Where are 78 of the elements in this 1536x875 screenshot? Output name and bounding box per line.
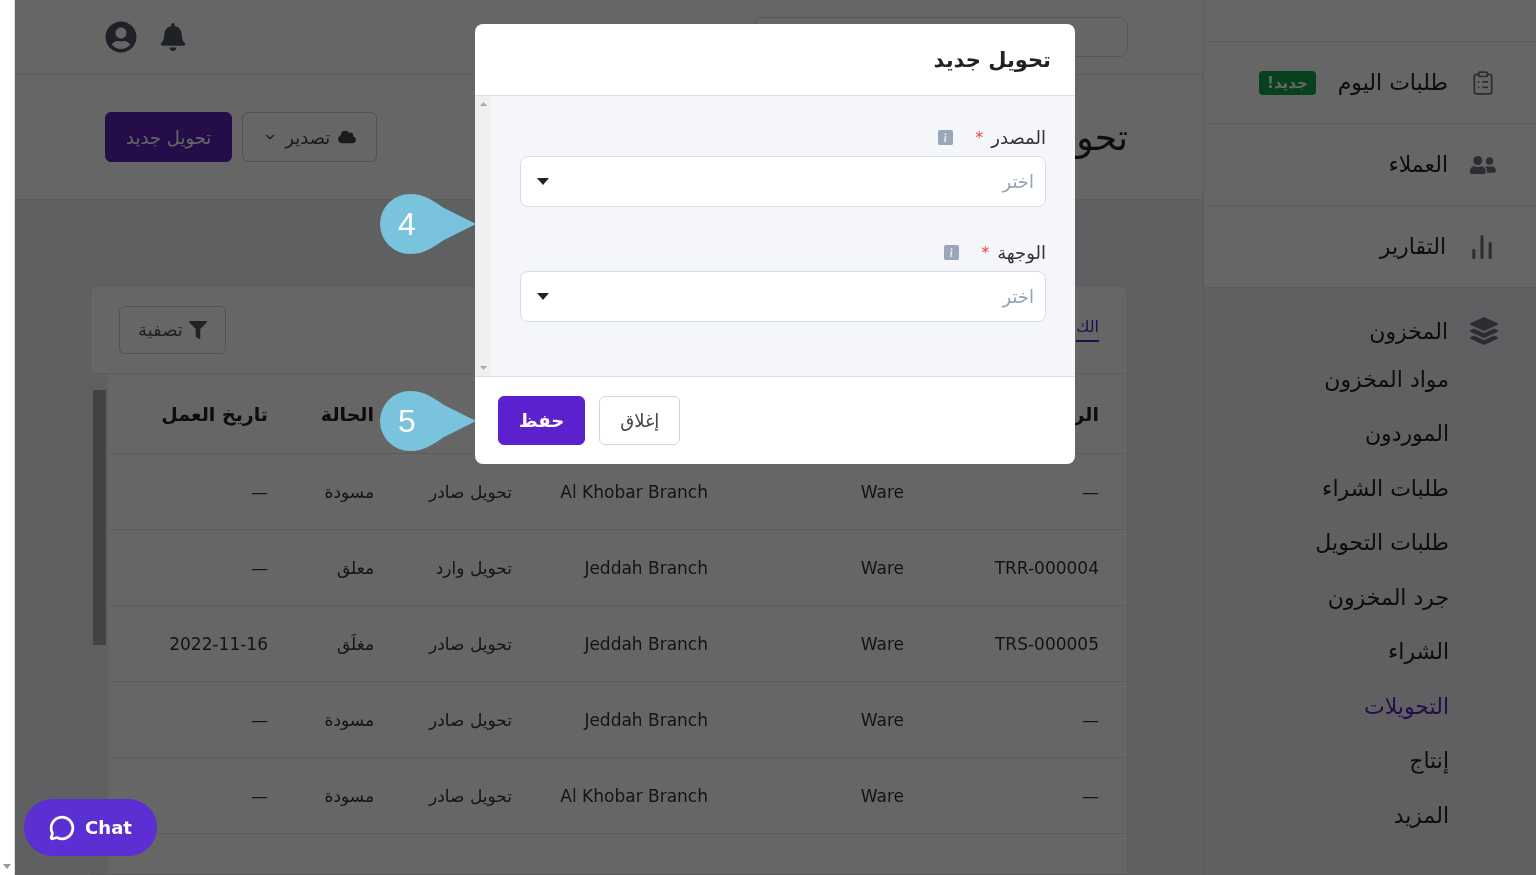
scroll-down-icon[interactable] xyxy=(479,366,487,370)
caret-icon xyxy=(537,293,549,300)
table-cell: Ware xyxy=(860,481,904,502)
close-button[interactable]: إغلاق xyxy=(599,396,681,445)
table-cell: — xyxy=(251,785,268,806)
chat-icon xyxy=(49,814,76,841)
table-cell: مسودة xyxy=(324,481,374,502)
table-cell: تحويل صادر xyxy=(429,633,512,654)
column-header: تاريخ العمل xyxy=(161,402,268,425)
page-title: تحو xyxy=(1076,116,1128,158)
table-cell: — xyxy=(1082,785,1099,806)
table-cell: — xyxy=(251,709,268,730)
table-cell: — xyxy=(1082,709,1099,730)
table-cell: 2022-11-16 xyxy=(169,633,268,654)
export-button[interactable]: تصدير xyxy=(242,112,378,162)
table-cell: Ware xyxy=(860,557,904,578)
sidebar-subitem[interactable]: التحويلات xyxy=(1364,693,1449,719)
page-scrollbar[interactable] xyxy=(0,0,15,875)
column-header: الحالة xyxy=(320,402,374,425)
sidebar-item[interactable]: طلبات اليوم جديد! xyxy=(1204,42,1536,124)
table-cell: Jeddah Branch xyxy=(584,557,708,578)
table-cell: مسودة xyxy=(324,785,374,806)
sidebar-item[interactable]: العملاء xyxy=(1204,124,1536,206)
caret-icon xyxy=(537,178,549,185)
table-cell: Ware xyxy=(860,709,904,730)
required-mark: * xyxy=(981,242,990,262)
new-transfer-button[interactable]: تحويل جديد xyxy=(105,112,233,162)
layers-icon xyxy=(1470,317,1498,345)
sidebar-subitem[interactable]: المزيد xyxy=(1393,802,1449,828)
info-icon[interactable] xyxy=(944,244,960,260)
step-callout: 4 xyxy=(380,194,476,254)
sidebar-subitem[interactable]: جرد المخزون xyxy=(1327,584,1449,610)
table-cell: مسودة xyxy=(324,709,374,730)
filter-button[interactable]: تصفية xyxy=(119,305,226,354)
table-cell: تحويل صادر xyxy=(429,785,512,806)
field-label: المصدر xyxy=(991,126,1046,148)
sidebar-subitem[interactable]: طلبات التحويل xyxy=(1315,530,1449,556)
bell-icon[interactable] xyxy=(159,23,187,51)
select-field[interactable]: اختر xyxy=(520,271,1046,322)
table-cell: Jeddah Branch xyxy=(584,633,708,654)
new-badge: جديد! xyxy=(1259,70,1316,95)
sidebar-icon xyxy=(1470,69,1496,96)
filter-icon xyxy=(188,320,207,339)
table-cell: Al Khobar Branch xyxy=(560,785,708,806)
modal-scrollbar[interactable] xyxy=(475,96,491,376)
table-cell: — xyxy=(1082,481,1099,502)
modal-title: تحويل جديد xyxy=(933,47,1051,72)
sidebar-subitem[interactable]: الموردون xyxy=(1364,421,1449,447)
table-cell: تحويل صادر xyxy=(429,709,512,730)
table-cell: Ware xyxy=(860,785,904,806)
chat-button[interactable]: Chat xyxy=(24,799,157,856)
user-icon[interactable] xyxy=(105,21,137,53)
scroll-down-icon[interactable] xyxy=(3,864,11,869)
table-cell: تحويل صادر xyxy=(429,481,512,502)
cloud-icon xyxy=(338,128,357,146)
select-field[interactable]: اختر xyxy=(520,156,1046,207)
table-cell: مغلَق xyxy=(336,633,374,654)
info-icon[interactable] xyxy=(938,129,954,145)
save-button[interactable]: حفظ xyxy=(498,396,586,445)
sidebar-subitem[interactable]: الشراء xyxy=(1387,639,1449,665)
step-callout: 5 xyxy=(380,391,476,451)
sidebar-subitem[interactable]: طلبات الشراء xyxy=(1322,475,1449,501)
sidebar-subitem[interactable]: مواد المخزون xyxy=(1324,366,1449,392)
table-cell: TRS-000005 xyxy=(994,633,1099,654)
column-header: الر xyxy=(1073,402,1099,425)
sidebar-subitem[interactable]: إنتاج xyxy=(1409,748,1449,774)
scroll-up-icon[interactable] xyxy=(479,102,487,106)
table-cell: — xyxy=(251,481,268,502)
sidebar-section-header[interactable]: المخزون xyxy=(1204,310,1536,352)
table-cell: — xyxy=(251,557,268,578)
table-cell: Jeddah Branch xyxy=(584,709,708,730)
field-label: الوجهة xyxy=(997,241,1046,263)
table-cell: TRR-000004 xyxy=(994,557,1099,578)
required-mark: * xyxy=(975,127,984,147)
table-cell: Al Khobar Branch xyxy=(560,481,708,502)
table-cell: تحويل وارد xyxy=(435,557,512,578)
table-cell: Ware xyxy=(860,633,904,654)
table-cell: معلق xyxy=(336,557,374,578)
